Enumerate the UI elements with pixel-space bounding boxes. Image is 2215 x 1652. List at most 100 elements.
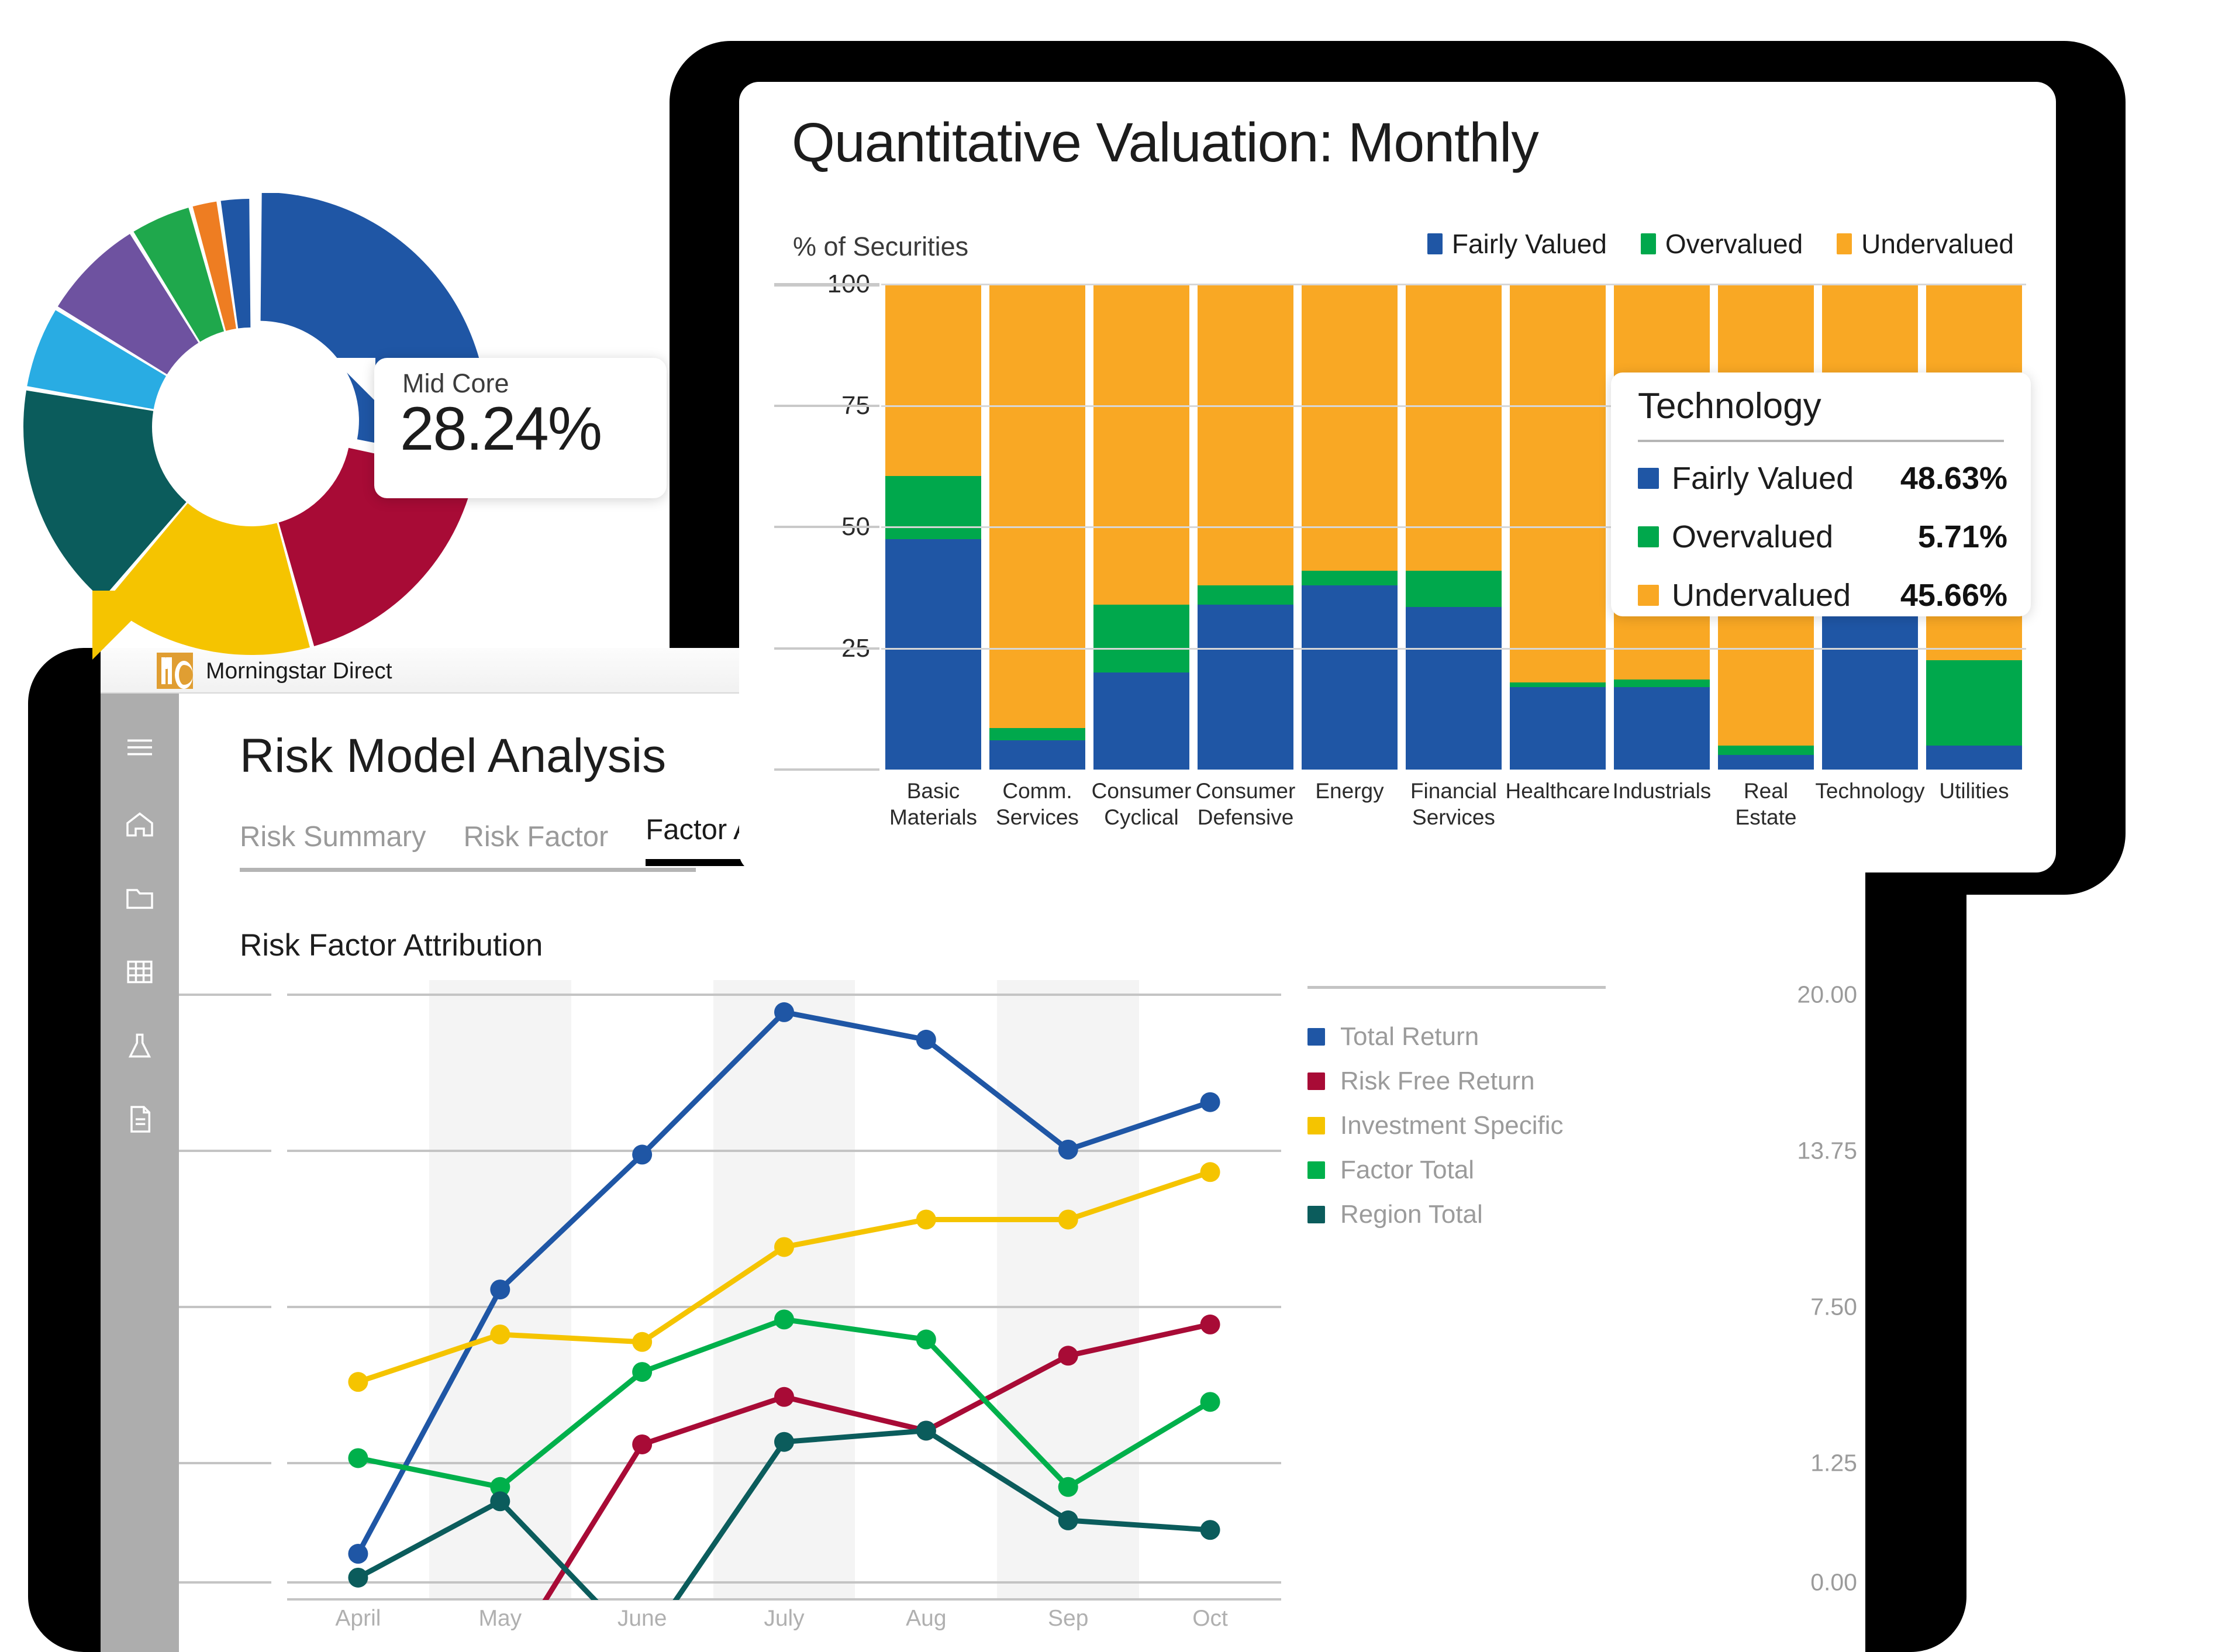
line-data-point[interactable] [490,1324,510,1344]
y-axis-title: % of Securities [793,232,969,261]
bar-x-label: Utilities [1939,779,2009,803]
line-y-tick: 20.00 [1797,981,1857,1008]
hamburger-menu-icon[interactable] [123,731,156,764]
line-x-label: Sep [1048,1606,1089,1631]
line-data-point[interactable] [1200,1092,1220,1112]
line-data-point[interactable] [774,1432,794,1452]
line-data-point[interactable] [632,1362,653,1382]
line-data-point[interactable] [490,1279,510,1300]
line-data-point[interactable] [774,1387,794,1407]
flask-icon[interactable] [123,1029,156,1062]
line-chart-plot [287,980,1281,1601]
grid-icon[interactable] [123,956,156,988]
card-title: Quantitative Valuation: Monthly [792,112,1539,174]
line-data-point[interactable] [1200,1392,1220,1412]
line-data-point[interactable] [1058,1139,1078,1160]
donut-tooltip-tail [92,591,161,660]
line-data-point[interactable] [490,1491,510,1512]
line-data-point[interactable] [1058,1477,1078,1497]
line-data-point[interactable] [632,1144,653,1165]
line-data-point[interactable] [632,1434,653,1454]
line-data-point[interactable] [348,1567,368,1588]
legend-rule [1307,986,1606,989]
line-y-tick-rule [179,1306,271,1308]
line-data-point[interactable] [632,1332,653,1352]
line-data-point[interactable] [774,1002,794,1022]
bar-segment [1093,672,1189,770]
tooltip-swatch-overvalued [1638,526,1659,547]
legend-swatch-overvalued [1640,233,1656,254]
document-icon[interactable] [123,1103,156,1136]
line-y-tick-rule [179,994,271,996]
line-legend-label: Factor Total [1340,1156,1475,1184]
app-title: Morningstar Direct [206,658,392,684]
line-legend-item[interactable]: Total Return [1307,1022,1479,1051]
tab-risk-summary[interactable]: Risk Summary [240,820,426,866]
line-series [355,1427,1213,1600]
bar-segment [885,539,981,770]
line-data-point[interactable] [348,1448,368,1468]
tooltip-row-fairly-valued: Fairly Valued 48.63% [1638,460,2007,496]
legend-item-fairly-valued[interactable]: Fairly Valued [1427,228,1607,260]
line-data-point[interactable] [1058,1209,1078,1230]
line-series-svg [348,1002,1220,1600]
tooltip-value-undervalued: 45.66% [1900,578,2007,613]
legend-label-fairly-valued: Fairly Valued [1451,229,1607,259]
bar-chart-legend: Fairly Valued Overvalued Undervalued [1427,228,2014,260]
bar-segment [885,284,981,476]
bar-segment [1510,687,1606,770]
line-legend-swatch [1307,1161,1325,1179]
tooltip-rule [1638,440,2004,442]
bar-chart-x-axis: Basic Materials Comm. Services Consumer Cycli… [881,778,2026,848]
line-data-point[interactable] [1058,1510,1078,1530]
line-x-label: April [335,1606,381,1631]
tooltip-value-fairly-valued: 48.63% [1900,461,2007,496]
bar-axis-baseline [774,768,879,771]
line-data-point[interactable] [1058,1346,1078,1366]
bar-segment [1614,680,1710,687]
folder-icon[interactable] [123,882,156,915]
bar-segment [1510,284,1606,682]
line-legend-label: Region Total [1340,1200,1483,1229]
line-data-point[interactable] [916,1209,936,1230]
line-legend-item[interactable]: Risk Free Return [1307,1067,1535,1096]
bar-segment [989,284,1085,729]
line-legend-item[interactable]: Region Total [1307,1200,1483,1229]
line-data-point[interactable] [1200,1162,1220,1182]
line-data-point[interactable] [774,1309,794,1330]
tooltip-value-overvalued: 5.71% [1917,519,2007,554]
line-data-point[interactable] [1200,1314,1220,1334]
line-y-tick: 1.25 [1810,1449,1857,1477]
tab-risk-factor[interactable]: Risk Factor [464,820,609,866]
line-data-point[interactable] [348,1544,368,1564]
line-legend-label: Total Return [1340,1022,1479,1051]
donut-tooltip-value: 28.24% [400,395,602,463]
line-data-point[interactable] [916,1329,936,1350]
line-legend-swatch [1307,1072,1325,1090]
line-y-tick-rule [179,1581,271,1584]
line-data-point[interactable] [916,1029,936,1050]
bar-segment [1198,284,1293,585]
bar-segment [1302,570,1398,585]
line-data-point[interactable] [774,1237,794,1257]
line-legend-label: Investment Specific [1340,1111,1564,1140]
bar-segment [1718,755,1814,770]
tooltip-swatch-undervalued [1638,585,1659,606]
bar-segment [1406,606,1502,770]
legend-item-undervalued[interactable]: Undervalued [1837,228,2014,260]
line-data-point[interactable] [1200,1520,1220,1540]
bar-y-gridline [774,647,879,650]
legend-label-overvalued: Overvalued [1665,229,1803,259]
bar-y-gridline [774,526,879,528]
line-data-point[interactable] [348,1372,368,1392]
home-icon[interactable] [123,808,156,841]
legend-item-overvalued[interactable]: Overvalued [1640,228,1803,260]
bar-segment [1198,585,1293,605]
bar-chart-y-axis: 100 75 50 25 [774,270,879,771]
line-y-tick: 7.50 [1810,1293,1857,1320]
line-legend-item[interactable]: Investment Specific [1307,1111,1564,1140]
line-legend-item[interactable]: Factor Total [1307,1156,1474,1185]
line-series [542,1322,1213,1600]
bar-segment [1302,585,1398,770]
line-data-point[interactable] [916,1420,936,1441]
